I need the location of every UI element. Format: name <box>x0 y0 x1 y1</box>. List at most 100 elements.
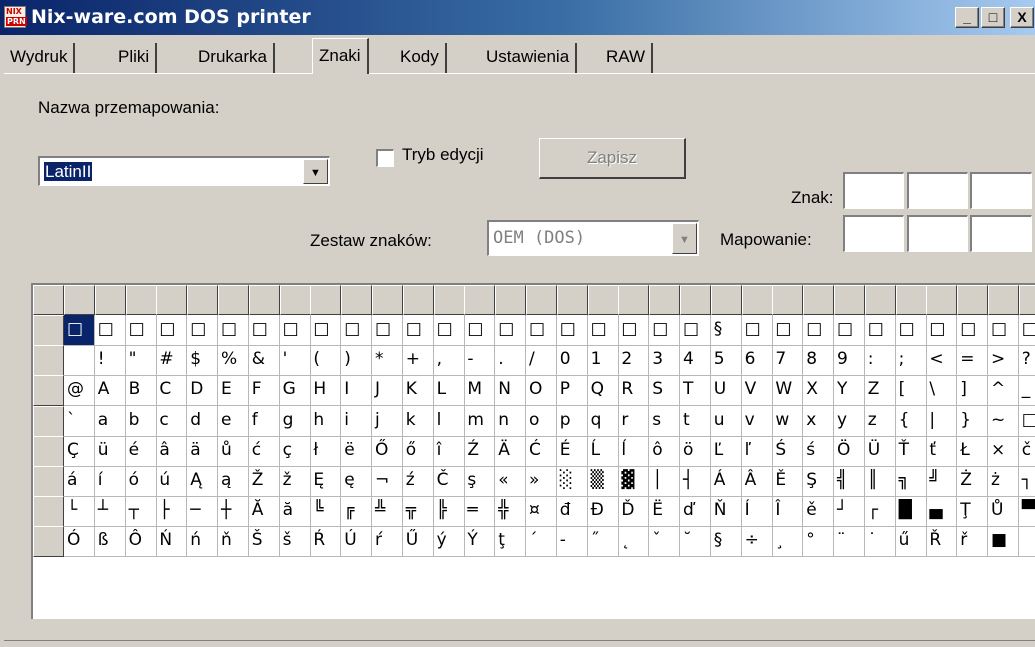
title-bar[interactable]: NIX PRN Nix-ware.com DOS printer _ □ X <box>0 0 1035 35</box>
char-cell[interactable]: ß <box>94 526 126 558</box>
char-cell[interactable]: ▄ <box>926 496 958 528</box>
char-cell[interactable]: □ <box>772 315 804 346</box>
char-cell[interactable]: ţ <box>495 526 527 558</box>
char-cell[interactable]: \ <box>926 375 958 407</box>
char-cell[interactable]: 2 <box>618 345 650 377</box>
char-cell[interactable]: " <box>125 345 157 377</box>
char-cell[interactable]: Ň <box>710 496 742 528</box>
char-cell[interactable]: ą <box>218 466 249 497</box>
char-cell[interactable]: ů <box>218 435 249 467</box>
column-header[interactable] <box>710 285 742 315</box>
char-cell[interactable]: ž <box>279 466 311 497</box>
column-header[interactable] <box>402 285 434 315</box>
char-cell[interactable]: ň <box>218 526 249 558</box>
column-header[interactable] <box>94 285 126 315</box>
column-header[interactable] <box>556 285 588 315</box>
char-cell[interactable]: n <box>495 405 527 437</box>
char-cell[interactable]: r <box>618 405 650 437</box>
char-cell[interactable]: ä <box>187 435 219 467</box>
char-cell[interactable]: ú <box>156 466 188 497</box>
char-cell[interactable]: ╝ <box>926 466 958 497</box>
char-cell[interactable]: ¬ <box>372 466 403 497</box>
app-icon[interactable]: NIX PRN <box>4 6 27 28</box>
char-cell[interactable]: X <box>803 375 835 407</box>
char-cell[interactable]: ; <box>895 345 927 377</box>
char-cell[interactable]: E <box>218 375 249 407</box>
column-header[interactable] <box>248 285 280 315</box>
row-header[interactable] <box>33 496 64 528</box>
char-cell[interactable]: é <box>125 435 157 467</box>
char-cell[interactable]: F <box>248 375 280 407</box>
char-cell[interactable]: z <box>864 405 896 437</box>
char-cell[interactable]: y <box>834 405 865 437</box>
column-header[interactable] <box>680 285 711 315</box>
column-header[interactable] <box>372 285 403 315</box>
char-cell[interactable]: + <box>402 345 434 377</box>
char-cell[interactable]: └ <box>64 496 95 528</box>
char-cell[interactable]: ő <box>402 435 434 467</box>
tab-znaki[interactable]: Znaki <box>312 38 369 74</box>
column-header[interactable] <box>741 285 773 315</box>
char-cell[interactable]: Ů <box>988 496 1019 528</box>
char-cell[interactable]: Č <box>433 466 465 497</box>
char-cell[interactable]: ˙ <box>864 526 896 558</box>
char-cell[interactable]: É <box>556 435 588 467</box>
row-header[interactable] <box>33 345 64 377</box>
char-cell[interactable]: ˇ <box>649 526 681 558</box>
char-cell[interactable]: □ <box>556 315 588 346</box>
char-cell[interactable]: p <box>556 405 588 437</box>
char-cell[interactable]: ┐ <box>1018 466 1035 497</box>
column-header[interactable] <box>1018 285 1035 315</box>
char-cell[interactable]: Ŕ <box>310 526 342 558</box>
char-cell[interactable]: ═ <box>464 496 496 528</box>
char-cell[interactable]: □ <box>649 315 681 346</box>
char-cell[interactable]: □ <box>248 315 280 346</box>
tab-pliki[interactable]: Pliki <box>112 43 158 73</box>
char-cell[interactable]: q <box>587 405 619 437</box>
char-cell[interactable]: ş <box>464 466 496 497</box>
char-cell[interactable]: d <box>187 405 219 437</box>
column-header[interactable] <box>187 285 219 315</box>
char-cell[interactable]: Ř <box>926 526 958 558</box>
char-cell[interactable]: Ë <box>649 496 681 528</box>
char-cell[interactable]: f <box>248 405 280 437</box>
char-cell[interactable]: ~ <box>988 405 1019 437</box>
column-header[interactable] <box>864 285 896 315</box>
char-cell[interactable]: Y <box>834 375 865 407</box>
column-header[interactable] <box>926 285 958 315</box>
char-cell[interactable]: N <box>495 375 527 407</box>
char-table[interactable]: □□□□□□□□□□□□□□□□□□□□□§□□□□□□□□□□!"#$%&'(… <box>31 283 1035 619</box>
char-cell[interactable]: 3 <box>649 345 681 377</box>
char-cell[interactable]: S <box>649 375 681 407</box>
char-cell[interactable]: 7 <box>772 345 804 377</box>
char-cell[interactable]: ś <box>803 435 835 467</box>
char-cell[interactable]: H <box>310 375 342 407</box>
char-cell[interactable]: š <box>279 526 311 558</box>
char-cell[interactable]: O <box>526 375 557 407</box>
char-cell[interactable]: 4 <box>680 345 711 377</box>
char-cell[interactable]: □ <box>341 315 373 346</box>
char-cell[interactable]: C <box>156 375 188 407</box>
char-cell[interactable]: □ <box>926 315 958 346</box>
char-cell[interactable]: ' <box>279 345 311 377</box>
char-cell[interactable]: Ť <box>895 435 927 467</box>
char-cell[interactable]: ľ <box>741 435 773 467</box>
char-cell[interactable]: Ó <box>64 526 95 558</box>
char-cell[interactable]: Q <box>587 375 619 407</box>
char-cell[interactable]: » <box>526 466 557 497</box>
char-cell[interactable]: A <box>94 375 126 407</box>
char-cell[interactable]: v <box>741 405 773 437</box>
char-cell[interactable]: □ <box>125 315 157 346</box>
char-cell[interactable]: I <box>341 375 373 407</box>
char-cell[interactable]: ┬ <box>125 496 157 528</box>
char-cell[interactable] <box>64 345 95 377</box>
char-cell[interactable]: Ę <box>310 466 342 497</box>
char-cell[interactable]: i <box>341 405 373 437</box>
char-cell[interactable]: P <box>556 375 588 407</box>
char-cell[interactable]: □ <box>218 315 249 346</box>
char-cell[interactable]: ĺ <box>618 435 650 467</box>
char-cell[interactable]: □ <box>94 315 126 346</box>
char-cell[interactable]: ť <box>926 435 958 467</box>
char-cell[interactable]: V <box>741 375 773 407</box>
char-cell[interactable]: c <box>156 405 188 437</box>
